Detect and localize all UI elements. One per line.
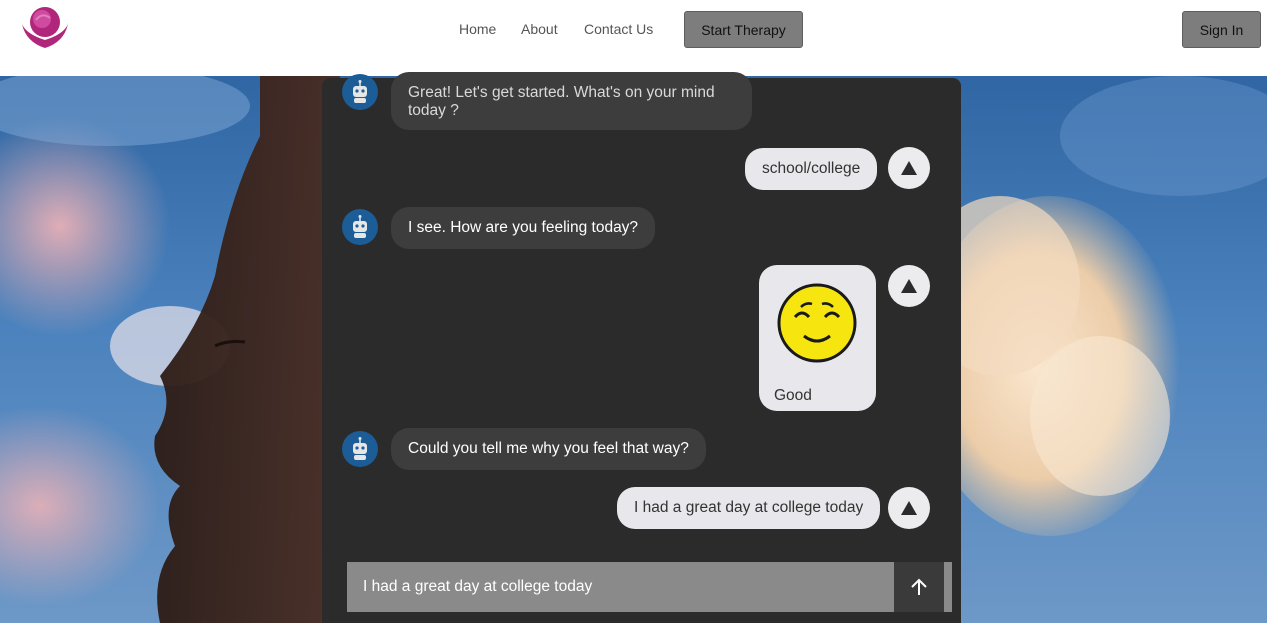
bot-avatar — [342, 209, 378, 245]
user-avatar — [888, 487, 930, 529]
robot-icon — [353, 437, 367, 460]
user-message: I had a great day at college today — [617, 487, 881, 529]
sign-in-button[interactable]: Sign In — [1182, 11, 1261, 48]
mood-label: Good — [774, 387, 812, 404]
triangle-up-icon — [901, 161, 917, 175]
send-button[interactable] — [894, 562, 944, 612]
bot-message: I see. How are you feeling today? — [391, 207, 656, 249]
bot-message: Great! Let's get started. What's on your… — [391, 72, 752, 130]
chat-scrollbar[interactable] — [944, 562, 952, 612]
arrow-up-icon — [911, 578, 927, 595]
nav-contact-link[interactable]: Contact Us — [584, 21, 653, 37]
user-message: school/college — [745, 148, 878, 190]
start-therapy-button[interactable]: Start Therapy — [684, 11, 803, 48]
message-input[interactable] — [347, 562, 894, 612]
nav-home-link[interactable]: Home — [459, 21, 496, 37]
user-avatar — [888, 265, 930, 307]
triangle-up-icon — [901, 279, 917, 293]
robot-icon — [353, 80, 367, 103]
head-in-hands-logo[interactable] — [16, 2, 74, 52]
robot-icon — [353, 215, 367, 238]
user-avatar — [888, 147, 930, 189]
top-navbar: Home About Contact Us Start Therapy Sign… — [0, 0, 1267, 76]
bot-avatar — [342, 74, 378, 110]
relieved-face-emoji — [777, 283, 857, 363]
nav-about-link[interactable]: About — [521, 21, 558, 37]
triangle-up-icon — [901, 501, 917, 515]
bot-avatar — [342, 431, 378, 467]
bot-message: Could you tell me why you feel that way? — [391, 428, 706, 470]
mood-card: Good — [759, 265, 876, 411]
